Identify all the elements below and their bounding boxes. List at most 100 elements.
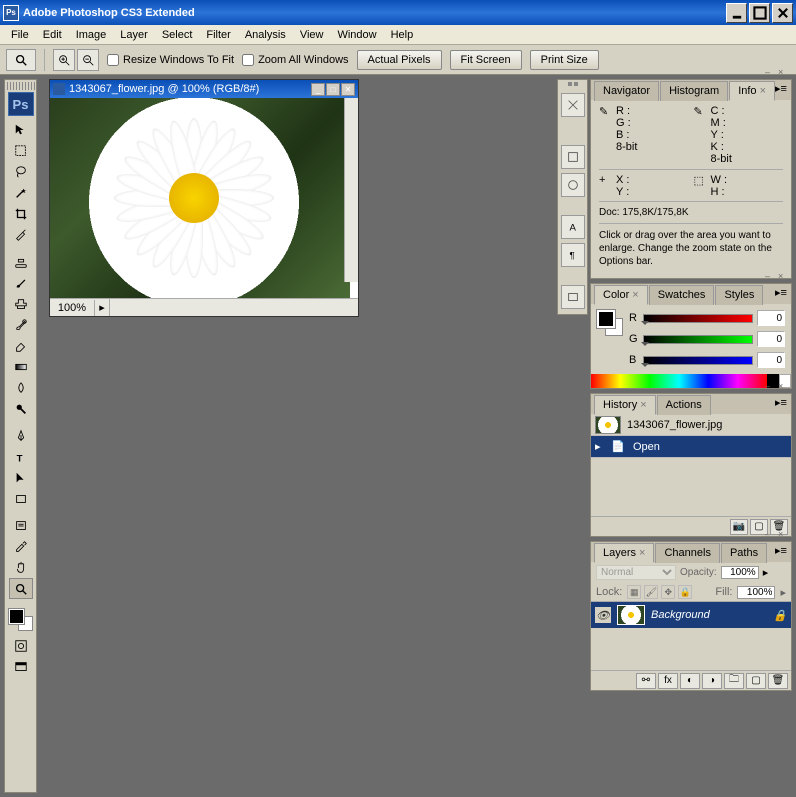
g-value-input[interactable] — [757, 331, 785, 347]
g-slider[interactable] — [643, 335, 753, 344]
layer-style-button[interactable]: fx — [658, 673, 678, 689]
r-value-input[interactable] — [757, 310, 785, 326]
panel-menu-icon[interactable]: ▸≡ — [775, 396, 789, 410]
opacity-input[interactable] — [721, 566, 759, 579]
menu-file[interactable]: File — [4, 27, 36, 43]
notes-tool[interactable] — [9, 515, 33, 536]
tab-histogram[interactable]: Histogram — [660, 81, 728, 101]
zoom-all-checkbox[interactable]: Zoom All Windows — [242, 54, 348, 66]
blend-mode-select[interactable]: Normal — [596, 565, 676, 580]
layer-background[interactable]: 👁 Background 🔒 — [591, 602, 791, 628]
tab-close-icon[interactable]: × — [760, 85, 766, 97]
panel-close-icon[interactable]: × — [778, 67, 788, 77]
magic-wand-tool[interactable] — [9, 182, 33, 203]
layer-visibility-icon[interactable]: 👁 — [595, 607, 611, 623]
panel-close-icon[interactable]: × — [778, 271, 788, 281]
b-value-input[interactable] — [757, 352, 785, 368]
menu-image[interactable]: Image — [69, 27, 114, 43]
fg-color-swatch[interactable] — [597, 310, 615, 328]
actual-pixels-button[interactable]: Actual Pixels — [357, 50, 442, 70]
tab-history[interactable]: History× — [594, 395, 656, 415]
tab-close-icon[interactable]: × — [632, 289, 638, 301]
blur-tool[interactable] — [9, 377, 33, 398]
lock-position-icon[interactable]: ✥ — [661, 585, 675, 599]
marquee-tool[interactable] — [9, 140, 33, 161]
document-titlebar[interactable]: 1343067_flower.jpg @ 100% (RGB/8#) _ □ ✕ — [50, 80, 358, 98]
menu-edit[interactable]: Edit — [36, 27, 69, 43]
panel-menu-icon[interactable]: ▸≡ — [775, 544, 789, 558]
maximize-button[interactable] — [749, 3, 770, 23]
zoom-tool[interactable] — [9, 578, 33, 599]
panel-close-icon[interactable]: × — [778, 529, 788, 539]
lock-transparency-icon[interactable]: ▦ — [627, 585, 641, 599]
lasso-tool[interactable] — [9, 161, 33, 182]
minimize-button[interactable] — [726, 3, 747, 23]
lock-image-icon[interactable]: 🖌 — [644, 585, 658, 599]
resize-windows-checkbox[interactable]: Resize Windows To Fit — [107, 54, 234, 66]
panel-minimize-icon[interactable]: – — [765, 381, 775, 391]
type-tool[interactable]: T — [9, 446, 33, 467]
document-zoom-field[interactable]: 100% — [50, 300, 95, 316]
opacity-dropdown-icon[interactable]: ▸ — [763, 566, 769, 579]
print-size-button[interactable]: Print Size — [530, 50, 599, 70]
path-selection-tool[interactable] — [9, 467, 33, 488]
dock-tool-presets-icon[interactable] — [561, 173, 585, 197]
panel-minimize-icon[interactable]: – — [765, 271, 775, 281]
zoom-in-icon[interactable] — [53, 49, 75, 71]
dock-paragraph-icon[interactable]: ¶ — [561, 243, 585, 267]
doc-minimize-button[interactable]: _ — [311, 83, 325, 96]
tab-channels[interactable]: Channels — [655, 543, 719, 563]
fit-screen-button[interactable]: Fit Screen — [450, 50, 522, 70]
color-swatch[interactable] — [9, 609, 33, 631]
new-snapshot-button[interactable]: 📷 — [730, 519, 748, 535]
doc-maximize-button[interactable]: □ — [326, 83, 340, 96]
b-slider[interactable] — [643, 356, 753, 365]
layer-mask-button[interactable]: ◐ — [680, 673, 700, 689]
adjustment-layer-button[interactable]: ◑ — [702, 673, 722, 689]
panel-minimize-icon[interactable]: – — [765, 529, 775, 539]
menu-help[interactable]: Help — [384, 27, 421, 43]
dock-layer-comps-icon[interactable] — [561, 285, 585, 309]
tab-swatches[interactable]: Swatches — [649, 285, 715, 305]
menu-filter[interactable]: Filter — [199, 27, 237, 43]
eraser-tool[interactable] — [9, 335, 33, 356]
new-layer-button[interactable]: ▢ — [746, 673, 766, 689]
menu-view[interactable]: View — [293, 27, 331, 43]
gradient-tool[interactable] — [9, 356, 33, 377]
tab-close-icon[interactable]: × — [639, 547, 645, 559]
panel-menu-icon[interactable]: ▸≡ — [775, 286, 789, 300]
panel-menu-icon[interactable]: ▸≡ — [775, 82, 789, 96]
menu-window[interactable]: Window — [330, 27, 383, 43]
link-layers-button[interactable]: ⚯ — [636, 673, 656, 689]
horizontal-scrollbar[interactable] — [109, 299, 358, 316]
zoom-out-icon[interactable] — [77, 49, 99, 71]
close-button[interactable] — [772, 3, 793, 23]
slice-tool[interactable] — [9, 224, 33, 245]
r-slider[interactable] — [643, 314, 753, 323]
foreground-color[interactable] — [9, 609, 24, 624]
eyedropper-tool[interactable] — [9, 536, 33, 557]
dodge-tool[interactable] — [9, 398, 33, 419]
shape-tool[interactable] — [9, 488, 33, 509]
tab-actions[interactable]: Actions — [657, 395, 711, 415]
dock-grip[interactable] — [561, 82, 585, 89]
menu-analysis[interactable]: Analysis — [238, 27, 293, 43]
current-tool-icon[interactable] — [6, 49, 36, 71]
tab-navigator[interactable]: Navigator — [594, 81, 659, 101]
tab-styles[interactable]: Styles — [715, 285, 763, 305]
screen-mode-tool[interactable] — [9, 656, 33, 677]
tab-paths[interactable]: Paths — [721, 543, 767, 563]
history-brush-tool[interactable] — [9, 314, 33, 335]
panel-minimize-icon[interactable]: – — [765, 67, 775, 77]
layer-group-button[interactable]: 🗀 — [724, 673, 744, 689]
move-tool[interactable] — [9, 119, 33, 140]
fill-dropdown-icon[interactable]: ▸ — [780, 586, 786, 599]
tab-layers[interactable]: Layers× — [594, 543, 654, 563]
vertical-scrollbar[interactable] — [344, 98, 358, 282]
healing-brush-tool[interactable] — [9, 251, 33, 272]
quick-mask-tool[interactable] — [9, 635, 33, 656]
toolbox-grip[interactable] — [7, 82, 35, 90]
zoom-dropdown-icon[interactable]: ▸ — [95, 301, 109, 314]
hand-tool[interactable] — [9, 557, 33, 578]
document-canvas[interactable] — [50, 98, 358, 298]
